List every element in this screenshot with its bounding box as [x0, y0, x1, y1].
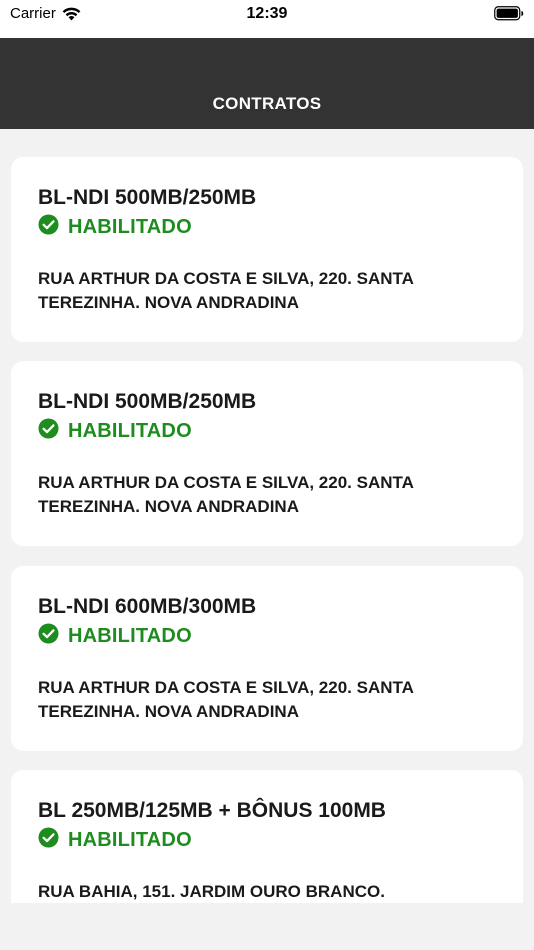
navigation-bar: CONTRATOS — [0, 38, 534, 129]
check-circle-icon — [38, 623, 59, 649]
contract-address: RUA ARTHUR DA COSTA E SILVA, 220. SANTA … — [38, 473, 414, 516]
status-label: HABILITADO — [68, 828, 192, 851]
contract-address: RUA ARTHUR DA COSTA E SILVA, 220. SANTA … — [38, 678, 414, 721]
contract-card[interactable]: BL-NDI 500MB/250MB HABILITADO RUA ARTHUR… — [11, 157, 523, 342]
contract-address: RUA BAHIA, 151. JARDIM OURO BRANCO. — [38, 882, 385, 901]
contract-plan: BL-NDI 600MB/300MB — [38, 595, 257, 618]
contracts-list[interactable]: BL-NDI 500MB/250MB HABILITADO RUA ARTHUR… — [0, 129, 534, 903]
clock: 12:39 — [246, 5, 288, 22]
status-bar: Carrier 12:39 — [0, 0, 534, 38]
contract-status: HABILITADO — [38, 418, 192, 444]
contract-plan: BL-NDI 500MB/250MB — [38, 186, 257, 209]
page-title: CONTRATOS — [212, 94, 322, 113]
contract-status: HABILITADO — [38, 623, 192, 649]
contract-address: RUA ARTHUR DA COSTA E SILVA, 220. SANTA … — [38, 269, 414, 312]
battery-icon — [494, 6, 524, 26]
check-circle-icon — [38, 418, 59, 444]
contract-plan: BL 250MB/125MB + BÔNUS 100MB — [38, 799, 386, 822]
status-label: HABILITADO — [68, 624, 192, 647]
check-circle-icon — [38, 827, 59, 853]
contract-card[interactable]: BL 250MB/125MB + BÔNUS 100MB HABILITADO … — [11, 770, 523, 903]
contract-status: HABILITADO — [38, 827, 192, 853]
contract-plan: BL-NDI 500MB/250MB — [38, 390, 257, 413]
status-label: HABILITADO — [68, 215, 192, 238]
contract-card[interactable]: BL-NDI 600MB/300MB HABILITADO RUA ARTHUR… — [11, 566, 523, 751]
bottom-safe-area — [0, 903, 534, 950]
status-label: HABILITADO — [68, 419, 192, 442]
check-circle-icon — [38, 214, 59, 240]
contract-card[interactable]: BL-NDI 500MB/250MB HABILITADO RUA ARTHUR… — [11, 361, 523, 546]
contract-status: HABILITADO — [38, 214, 192, 240]
